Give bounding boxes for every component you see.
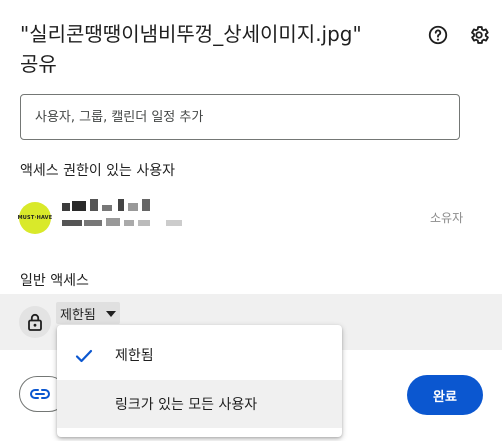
done-button[interactable]: 완료 [407, 375, 483, 415]
general-access-label: 일반 액세스 [20, 273, 89, 289]
help-icon[interactable] [427, 24, 449, 46]
lock-icon [19, 306, 51, 338]
dialog-title: "실리콘땡땡이냄비뚜껑_상세이미지.jpg" [20, 22, 362, 46]
add-people-input[interactable] [20, 94, 460, 140]
caret-down-icon [105, 306, 116, 321]
avatar-text: MUST·HAVE [17, 215, 53, 221]
link-icon [30, 385, 50, 404]
general-access-select[interactable]: 제한됨 [56, 302, 120, 324]
menu-item-restricted[interactable]: 제한됨 [57, 331, 342, 379]
menu-item-anyone-with-link[interactable]: 링크가 있는 모든 사용자 [57, 380, 342, 428]
user-name-redacted [62, 199, 172, 213]
check-icon [75, 347, 93, 365]
menu-item-label: 제한됨 [115, 348, 154, 364]
general-access-menu: 제한됨 링크가 있는 모든 사용자 [57, 325, 342, 437]
menu-item-label: 링크가 있는 모든 사용자 [115, 397, 258, 413]
dialog-title-share: 공유 [20, 52, 57, 76]
user-email-redacted [62, 218, 192, 228]
owner-role: 소유자 [430, 211, 464, 225]
avatar: MUST·HAVE [17, 202, 53, 234]
gear-icon[interactable] [468, 24, 490, 46]
people-with-access-label: 액세스 권한이 있는 사용자 [20, 163, 176, 179]
general-access-selected: 제한됨 [60, 307, 96, 323]
